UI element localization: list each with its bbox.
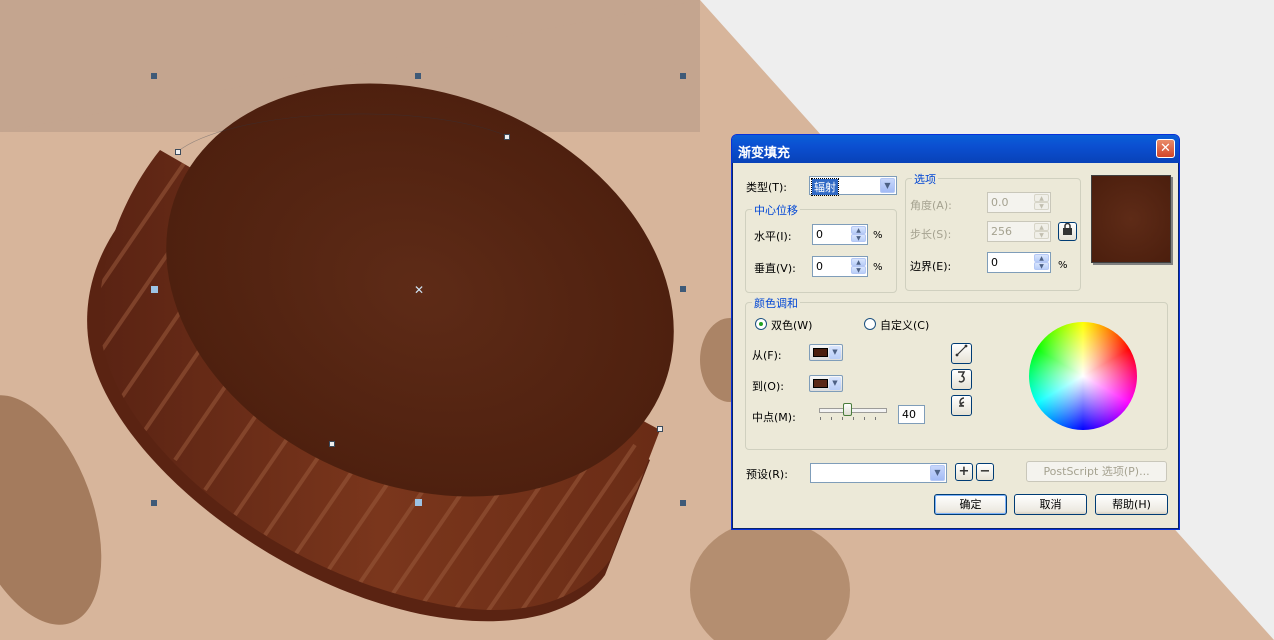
to-color-button[interactable]: ▼ [809,375,843,392]
percent-sign: % [873,262,883,273]
dialog-body: 类型(T): 辐射 ▼ 中心位移 水平(I): 0 ▲ ▼ % 垂直(V): 0 … [735,163,1176,526]
center-offset-title: 中心位移 [752,202,800,218]
spin-up-icon[interactable]: ▲ [1034,254,1049,262]
path-node[interactable] [504,134,510,140]
selection-handle[interactable] [151,73,157,79]
spin-up-icon[interactable]: ▲ [851,226,866,234]
to-color-swatch [813,379,828,388]
horizontal-label: 水平(I): [754,230,792,243]
plus-icon[interactable]: + [955,463,973,481]
type-select-value: 辐射 [811,178,839,196]
steps-label: 步长(S): [910,228,952,241]
dialog-title: 渐变填充 [738,146,791,161]
color-blend-title: 颜色调和 [752,295,800,311]
two-color-radio[interactable] [755,318,767,330]
preset-select[interactable]: ▼ [810,463,947,483]
chevron-down-icon[interactable]: ▼ [880,178,895,193]
chevron-down-icon: ▼ [829,377,841,390]
chevron-down-icon[interactable]: ▼ [930,465,945,481]
selection-handle[interactable] [680,500,686,506]
midpoint-slider[interactable] [819,403,887,421]
spin-up-icon[interactable]: ▲ [1034,223,1049,231]
close-button[interactable]: ✕ [1156,139,1175,158]
steps-value: 256 [991,225,1012,238]
postscript-options-button[interactable]: PostScript 选项(P)... [1026,461,1167,482]
vertical-spinner[interactable]: 0 ▲ ▼ [812,256,868,277]
cw-blend-icon[interactable] [951,395,972,416]
slider-thumb[interactable] [843,403,852,416]
steps-spinner[interactable]: 256 ▲ ▼ [987,221,1051,242]
path-node[interactable] [657,426,663,432]
angle-spinner[interactable]: 0.0 ▲ ▼ [987,192,1051,213]
options-title: 选项 [912,171,938,187]
selection-handle[interactable] [680,286,686,292]
percent-sign: % [873,230,883,241]
two-color-label[interactable]: 双色(W) [771,317,812,333]
preset-label: 预设(R): [746,468,788,481]
selection-handle[interactable] [680,73,686,79]
spin-down-icon[interactable]: ▼ [1034,262,1049,270]
path-node[interactable] [175,149,181,155]
edge-value: 0 [991,256,998,269]
custom-radio[interactable] [864,318,876,330]
cancel-button[interactable]: 取消 [1014,494,1087,515]
selection-handle[interactable] [151,500,157,506]
midpoint-input[interactable]: 40 [898,405,925,424]
to-label: 到(O): [752,380,784,393]
spin-down-icon[interactable]: ▼ [1034,231,1049,239]
spin-down-icon[interactable]: ▼ [851,234,866,242]
angle-label: 角度(A): [910,199,952,212]
selection-handle[interactable] [415,73,421,79]
slider-ticks [820,417,886,420]
ok-button[interactable]: 确定 [934,494,1007,515]
midpoint-value: 40 [902,408,916,421]
ccw-blend-icon[interactable] [951,369,972,390]
horizontal-value: 0 [816,228,823,241]
selection-handle[interactable] [415,499,422,506]
from-label: 从(F): [752,349,782,362]
center-offset-group: 中心位移 [745,202,897,293]
color-wheel[interactable] [1028,321,1138,431]
vertical-label: 垂直(V): [754,262,796,275]
angle-value: 0.0 [991,196,1009,209]
fountain-fill-dialog: 渐变填充 ✕ 类型(T): 辐射 ▼ 中心位移 水平(I): 0 ▲ ▼ % 垂直… [731,134,1180,530]
spin-up-icon[interactable]: ▲ [1034,194,1049,202]
direct-blend-icon[interactable] [951,343,972,364]
spin-down-icon[interactable]: ▼ [1034,202,1049,210]
spin-down-icon[interactable]: ▼ [851,266,866,274]
spin-up-icon[interactable]: ▲ [851,258,866,266]
slider-track [819,408,887,413]
edge-spinner[interactable]: 0 ▲ ▼ [987,252,1051,273]
edge-label: 边界(E): [910,260,952,273]
vertical-value: 0 [816,260,823,273]
dialog-titlebar[interactable]: 渐变填充 ✕ [732,135,1179,163]
rotation-center-icon[interactable]: ✕ [414,284,424,296]
from-color-swatch [813,348,828,357]
type-label: 类型(T): [746,181,788,194]
lock-icon[interactable] [1058,222,1077,241]
percent-sign: % [1058,260,1068,271]
help-button[interactable]: 帮助(H) [1095,494,1168,515]
fill-preview[interactable] [1091,175,1171,263]
path-node[interactable] [329,441,335,447]
chevron-down-icon: ▼ [829,346,841,359]
minus-icon[interactable]: − [976,463,994,481]
from-color-button[interactable]: ▼ [809,344,843,361]
horizontal-spinner[interactable]: 0 ▲ ▼ [812,224,868,245]
selection-handle[interactable] [151,286,158,293]
midpoint-label: 中点(M): [752,411,796,424]
custom-label[interactable]: 自定义(C) [880,317,929,333]
type-select[interactable]: 辐射 ▼ [809,176,897,196]
